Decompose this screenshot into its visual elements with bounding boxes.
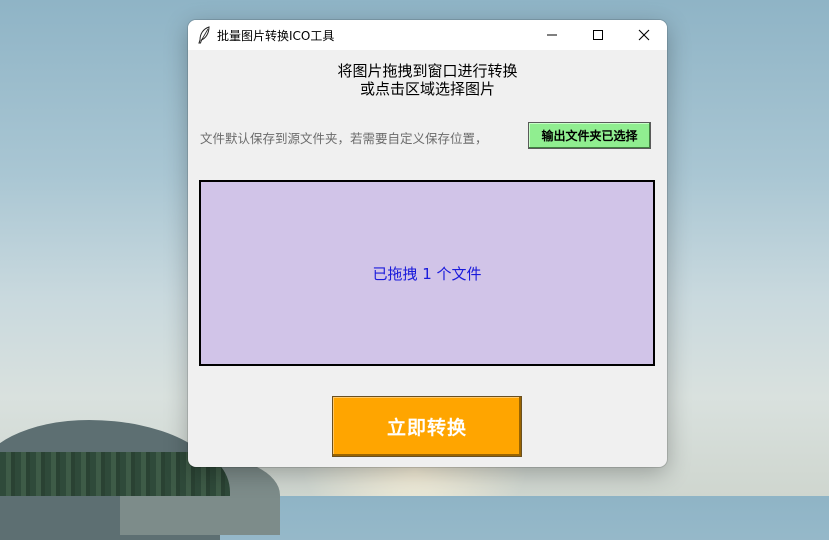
save-location-note: 文件默认保存到源文件夹，若需要自定义保存位置，	[200, 131, 488, 146]
minimize-icon	[547, 34, 557, 36]
maximize-button[interactable]	[575, 20, 621, 50]
maximize-icon	[593, 30, 603, 40]
title-bar[interactable]: 批量图片转换ICO工具	[188, 20, 667, 50]
minimize-button[interactable]	[529, 20, 575, 50]
app-window: 批量图片转换ICO工具 将图片拖拽到窗口进行转换 或点击区域选择图片 文件默认保…	[188, 20, 667, 467]
drop-status-label: 已拖拽 1 个文件	[372, 264, 482, 283]
image-drop-zone[interactable]: 已拖拽 1 个文件	[199, 180, 655, 366]
instruction-line-2: 或点击区域选择图片	[359, 80, 495, 98]
feather-icon	[197, 26, 211, 44]
close-icon	[638, 29, 650, 41]
window-title: 批量图片转换ICO工具	[217, 29, 335, 43]
output-folder-button[interactable]: 输出文件夹已选择	[528, 122, 651, 149]
instruction-line-1: 将图片拖拽到窗口进行转换	[337, 62, 518, 80]
close-button[interactable]	[621, 20, 667, 50]
instruction-text: 将图片拖拽到窗口进行转换 或点击区域选择图片	[188, 62, 667, 98]
convert-button[interactable]: 立即转换	[332, 396, 522, 457]
